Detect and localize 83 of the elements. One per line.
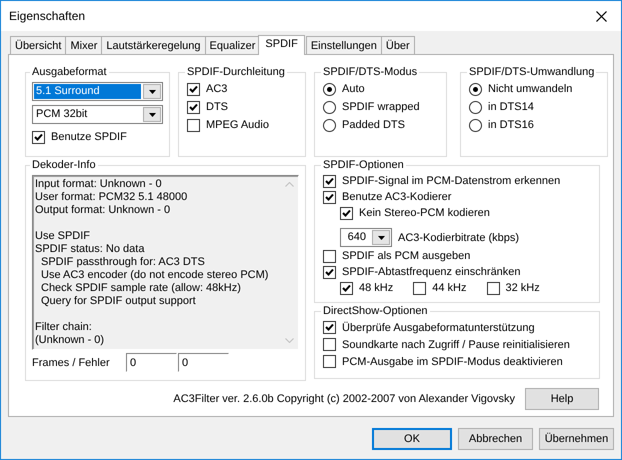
dropdown-label: AC3-Kodierbitrate (kbps) (397, 232, 520, 244)
tab[interactable]: Lautstärkeregelung (101, 36, 206, 54)
radio-label: Auto (342, 83, 365, 95)
tab[interactable]: Über (380, 36, 415, 54)
checkbox[interactable] (340, 282, 353, 294)
radio-button[interactable] (323, 82, 336, 96)
caret-icon (148, 112, 156, 116)
radio-button[interactable] (323, 100, 336, 114)
radio-label: Padded DTS (342, 119, 405, 131)
checkbox[interactable] (187, 82, 200, 96)
checkbox-label: Benutze AC3-Kodierer (342, 191, 452, 203)
info-line: Input format: Unknown - 0 (35, 178, 163, 191)
info-line: Filter chain: (35, 321, 93, 334)
dialog-button[interactable]: OK (372, 428, 452, 450)
checkbox-label: 48 kHz (359, 282, 394, 294)
checkbox[interactable] (32, 130, 45, 144)
frames-field: 0 (126, 353, 177, 372)
checkbox-label: SPDIF-Abtastfrequenz einschränken (342, 266, 521, 278)
copyright-text: AC3Filter ver. 2.6.0b Copyright (c) 2002-2007 von Alexander Vigovsky (173, 393, 515, 405)
checkbox-label: Kein Stereo-PCM kodieren (359, 207, 490, 219)
group-title: Ausgabeformat (31, 66, 108, 78)
checkbox[interactable] (323, 266, 336, 278)
tab[interactable]: Übersicht (10, 36, 66, 54)
checkbox[interactable] (340, 206, 353, 220)
checkbox[interactable] (323, 174, 336, 188)
dialog-button[interactable]: Abbrechen (458, 428, 533, 450)
radio-button[interactable] (323, 118, 336, 132)
checkbox-label: AC3 (206, 83, 228, 95)
info-line: Use AC3 encoder (do not encode stereo PCM) (40, 269, 270, 282)
info-line: (Unknown - 0) (35, 334, 106, 347)
checkbox[interactable] (323, 338, 336, 351)
format-dropdown[interactable]: 5.1 Surround (32, 82, 163, 101)
checkbox[interactable] (323, 190, 336, 204)
checkbox-label: 32 kHz (506, 282, 540, 294)
close-icon[interactable] (596, 10, 607, 22)
radio-button[interactable] (469, 82, 482, 96)
checkbox[interactable] (323, 355, 336, 368)
info-line: Output format: Unknown - 0 (35, 204, 172, 217)
tab[interactable]: Einstellungen (306, 36, 382, 54)
group-title: DirectShow-Optionen (322, 305, 429, 317)
checkbox-label: Soundkarte nach Zugriff / Pause reinitialisieren (342, 338, 570, 350)
caret-icon (148, 90, 156, 94)
checkbox[interactable] (413, 282, 426, 294)
errors-field: 0 (178, 353, 229, 372)
group-title: SPDIF/DTS-Umwandlung (468, 66, 596, 78)
sample-format-dropdown[interactable]: PCM 32bit (32, 105, 163, 124)
checkbox[interactable] (486, 282, 500, 294)
checkbox-label: DTS (206, 101, 228, 113)
group-title: SPDIF-Durchleitung (186, 66, 286, 78)
checkbox[interactable] (323, 250, 336, 262)
info-line: Use SPDIF (35, 230, 92, 243)
help-button[interactable]: Help (525, 388, 599, 410)
checkbox-label: PCM-Ausgabe im SPDIF-Modus deaktivieren (342, 356, 563, 368)
window-title: Eigenschaften (9, 9, 86, 23)
dialog-button[interactable]: Übernehmen (539, 428, 614, 450)
radio-label: Nicht umwandeln (488, 83, 572, 95)
info-line: User format: PCM32 5.1 48000 (35, 191, 188, 204)
checkbox[interactable] (187, 100, 200, 114)
group-title: SPDIF-Optionen (322, 159, 405, 171)
radio-label: in DTS16 (488, 119, 534, 131)
group-title: Dekoder-Info (31, 159, 97, 171)
checkbox-label: MPEG Audio (206, 119, 269, 131)
info-line: SPDIF passthrough for: AC3 DTS (40, 256, 206, 269)
tab[interactable]: SPDIF (258, 35, 305, 55)
radio-button[interactable] (469, 118, 482, 132)
checkbox-label: 44 kHz (432, 282, 466, 294)
checkbox-label: Überprüfe Ausgabeformatunterstützung (342, 322, 535, 334)
caret-icon (378, 236, 384, 240)
radio-button[interactable] (469, 100, 482, 114)
info-line: Query for SPDIF output support (40, 295, 197, 308)
checkbox-label: SPDIF als PCM ausgeben (342, 250, 470, 262)
group-title: SPDIF/DTS-Modus (322, 66, 418, 78)
checkbox[interactable] (323, 321, 336, 334)
frames-label: Frames / Fehler (32, 356, 111, 368)
checkbox-label: SPDIF-Signal im PCM-Datenstrom erkennen (342, 175, 560, 187)
info-line: Check SPDIF sample rate (allow: 48kHz) (40, 282, 242, 295)
checkbox-label: Benutze SPDIF (51, 131, 127, 143)
info-line: SPDIF status: No data (35, 243, 146, 256)
bitrate-dropdown[interactable]: 640 (340, 228, 392, 247)
radio-label: in DTS14 (488, 101, 534, 113)
checkbox[interactable] (187, 118, 200, 132)
radio-label: SPDIF wrapped (342, 101, 420, 113)
tab[interactable]: Equalizer (204, 36, 260, 54)
